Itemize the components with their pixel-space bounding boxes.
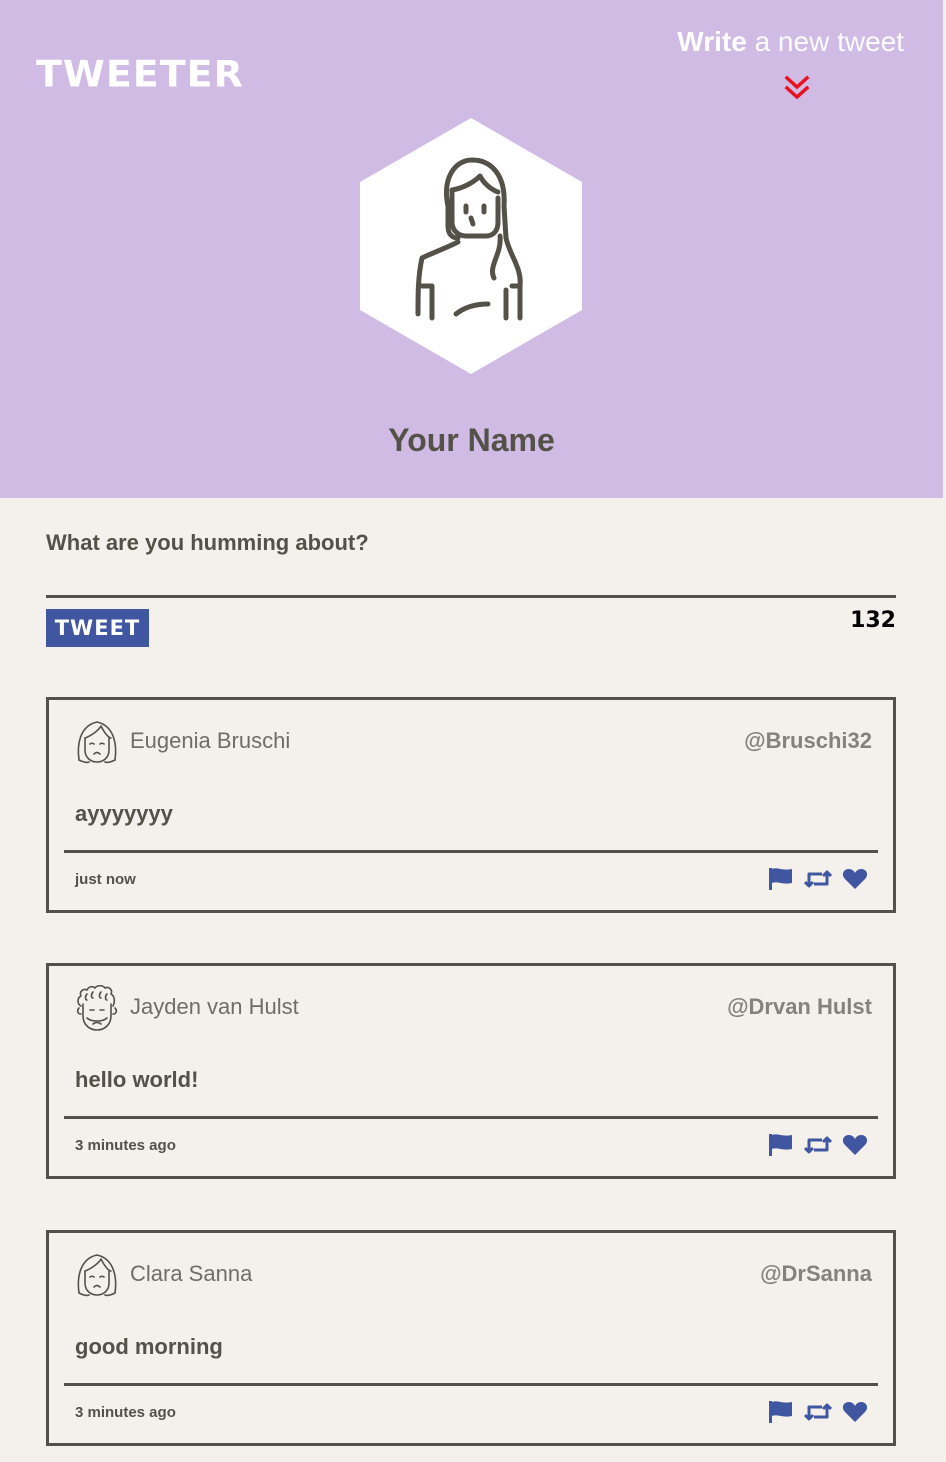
tweet-divider bbox=[64, 1116, 878, 1119]
tweet-author-handle: @Bruschi32 bbox=[744, 728, 872, 753]
retweet-icon[interactable] bbox=[804, 868, 832, 890]
tweet-author-handle: @Drvan Hulst bbox=[727, 994, 872, 1019]
flag-icon[interactable] bbox=[768, 867, 794, 891]
heart-icon[interactable] bbox=[842, 868, 868, 890]
curly-hair-man-avatar-icon bbox=[73, 982, 121, 1034]
retweet-icon[interactable] bbox=[804, 1134, 832, 1156]
write-label-strong: Write bbox=[677, 26, 747, 57]
tweet-content: hello world! bbox=[75, 1067, 199, 1092]
tweet-actions bbox=[768, 1133, 868, 1157]
tweet-card: Clara Sanna @DrSanna good morning 3 minu… bbox=[46, 1230, 896, 1446]
write-new-tweet-toggle[interactable]: Write a new tweet bbox=[677, 26, 904, 58]
app-logo[interactable]: TWEETER bbox=[36, 53, 244, 95]
tweet-text-input[interactable] bbox=[46, 528, 896, 598]
char-counter: 132 bbox=[850, 608, 896, 633]
heart-icon[interactable] bbox=[842, 1134, 868, 1156]
woman-avatar-icon bbox=[73, 716, 121, 768]
write-new-tweet-label[interactable]: Write a new tweet bbox=[677, 26, 904, 58]
tweet-timestamp: just now bbox=[75, 871, 136, 888]
tweet-content: good morning bbox=[75, 1334, 223, 1359]
tweet-divider bbox=[64, 850, 878, 853]
retweet-icon[interactable] bbox=[804, 1401, 832, 1423]
tweet-actions bbox=[768, 867, 868, 891]
tweet-author-name: Jayden van Hulst bbox=[130, 994, 299, 1019]
write-label-light: a new tweet bbox=[754, 26, 904, 57]
tweet-composer: TWEET 132 bbox=[46, 528, 896, 647]
profile-header: TWEETER Write a new tweet Your Name bbox=[0, 0, 943, 498]
tweet-author-name: Eugenia Bruschi bbox=[130, 728, 291, 753]
tweet-actions bbox=[768, 1400, 868, 1424]
tweet-submit-button[interactable]: TWEET bbox=[46, 609, 149, 647]
tweet-card: Eugenia Bruschi @Bruschi32 ayyyyyyy just… bbox=[46, 697, 896, 913]
flag-icon[interactable] bbox=[768, 1133, 794, 1157]
heart-icon[interactable] bbox=[842, 1401, 868, 1423]
tweet-card: Jayden van Hulst @Drvan Hulst hello worl… bbox=[46, 963, 896, 1179]
profile-name: Your Name bbox=[388, 422, 555, 458]
tweet-author-name: Clara Sanna bbox=[130, 1261, 253, 1286]
tweet-author-handle: @DrSanna bbox=[760, 1261, 872, 1286]
flag-icon[interactable] bbox=[768, 1400, 794, 1424]
woman-avatar-icon bbox=[73, 1249, 121, 1301]
tweet-timestamp: 3 minutes ago bbox=[75, 1404, 176, 1421]
profile-avatar bbox=[360, 118, 582, 374]
tweet-timestamp: 3 minutes ago bbox=[75, 1137, 176, 1154]
tweet-content: ayyyyyyy bbox=[75, 801, 173, 826]
woman-avatar-icon bbox=[360, 118, 582, 374]
double-chevron-down-icon[interactable] bbox=[782, 74, 812, 104]
tweet-divider bbox=[64, 1383, 878, 1386]
